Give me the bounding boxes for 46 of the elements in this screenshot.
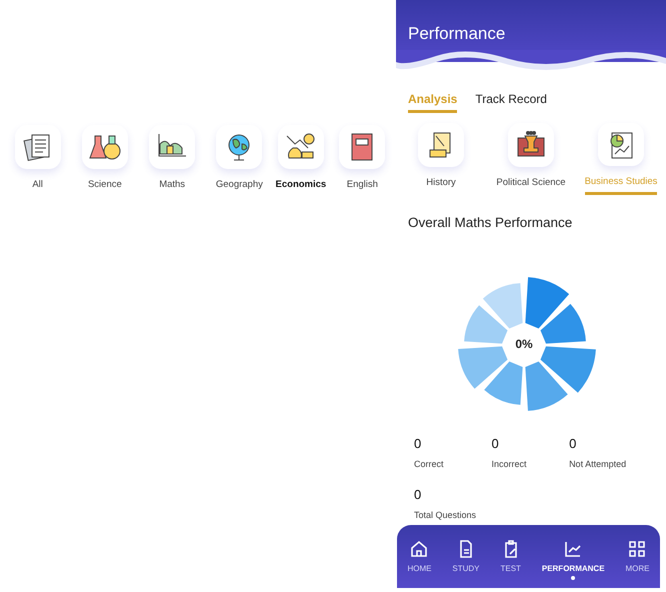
stat-label: Total Questions	[414, 510, 478, 520]
section-title: Overall Maths Performance	[407, 214, 574, 230]
subject-tile[interactable]	[598, 123, 644, 166]
stat-label: Incorrect	[492, 459, 528, 469]
nav-item[interactable]: MORE	[625, 540, 650, 573]
nav-item[interactable]: HOME	[407, 540, 432, 573]
stat-value: 0	[492, 436, 500, 451]
subject-label[interactable]: Economics	[276, 179, 326, 190]
pie-slice	[525, 277, 570, 329]
subject-tile[interactable]	[149, 125, 196, 169]
subject-tile[interactable]	[82, 125, 128, 169]
pie-slice	[484, 361, 523, 405]
active-dot	[571, 576, 576, 580]
pie-slice	[464, 305, 508, 344]
subject-label[interactable]: Geography	[216, 179, 263, 190]
nav-item[interactable]: TEST	[500, 540, 521, 573]
pie-slice	[525, 361, 568, 411]
stat-value: 0	[414, 487, 422, 502]
nav-item[interactable]: PERFORMANCE	[542, 540, 605, 573]
pie-slice	[540, 346, 596, 393]
stat-value: 0	[414, 436, 422, 451]
pie-slice	[458, 346, 508, 389]
subject-label[interactable]: All	[32, 179, 43, 190]
pie-slice	[482, 283, 523, 329]
grid-icon	[628, 540, 646, 558]
subject-tile[interactable]	[418, 123, 464, 167]
subject-label[interactable]: Science	[88, 179, 122, 190]
percentage-label: 0%	[514, 337, 534, 351]
subject-label[interactable]: Maths	[159, 179, 186, 190]
screen-title: Performance	[408, 24, 506, 43]
subject-label[interactable]: English	[346, 179, 378, 190]
stat-label: Correct	[414, 459, 445, 469]
subject-tile[interactable]	[278, 125, 324, 169]
subject-tile[interactable]	[14, 125, 61, 169]
line-chart-icon	[564, 540, 582, 558]
stat-value: 0	[569, 436, 578, 451]
home-icon	[410, 540, 428, 558]
subject-label[interactable]: History	[426, 177, 456, 188]
nav-item[interactable]: STUDY	[452, 540, 480, 573]
stat-label: Not Attempted	[569, 459, 628, 469]
subject-label[interactable]: Political Science	[496, 177, 566, 188]
subject-tile[interactable]	[216, 125, 262, 169]
tab[interactable]: Track Record	[475, 92, 547, 113]
pie-slice	[540, 304, 586, 344]
subject-tile[interactable]	[508, 123, 554, 167]
subject-tile[interactable]	[339, 125, 386, 169]
